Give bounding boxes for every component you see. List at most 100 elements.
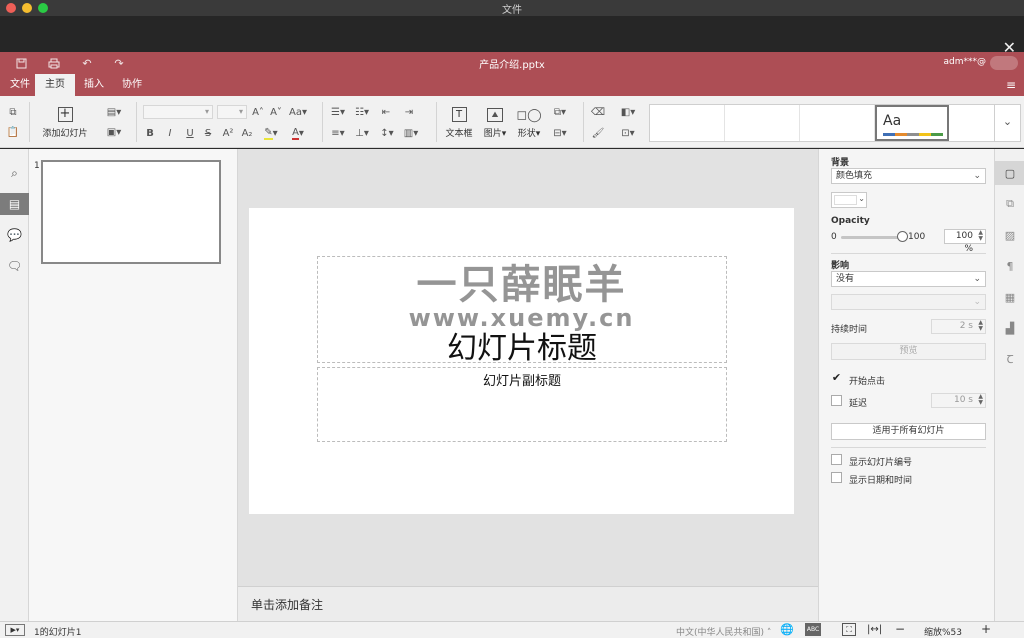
slide[interactable]: 幻灯片标题 幻灯片副标题 一只薛眠羊 www.xuemy.cn	[249, 208, 794, 514]
clear-format-icon[interactable]: ⌫	[590, 105, 606, 119]
add-slide-label: 添加幻灯片	[42, 129, 88, 139]
tab-file[interactable]: 文件	[0, 74, 40, 96]
transition-type-select[interactable]: ⌄	[831, 294, 986, 310]
comments-icon[interactable]: 💬	[0, 224, 29, 246]
superscript-icon[interactable]: A²	[221, 126, 235, 140]
theme-option[interactable]	[650, 105, 725, 141]
tab-collaborate[interactable]: 协作	[112, 74, 152, 96]
increase-indent-icon[interactable]: ⇥	[403, 105, 415, 119]
fill-type-select[interactable]: 颜色填充 ⌄	[831, 168, 986, 184]
insert-textbox-button[interactable]: T 文本框	[442, 104, 476, 142]
spellcheck-icon[interactable]: ABC	[805, 623, 821, 636]
align-objects-icon[interactable]: ⊟▾	[550, 126, 570, 140]
tab-home[interactable]: 主页	[35, 74, 75, 96]
shape-label: 形状	[517, 128, 536, 139]
italic-icon[interactable]: I	[164, 126, 176, 140]
image-settings-icon[interactable]: ▨	[995, 223, 1024, 247]
theme-option[interactable]	[725, 105, 800, 141]
arrange-icon[interactable]: ⧉▾	[550, 105, 570, 119]
theme-option[interactable]	[800, 105, 875, 141]
chevron-down-icon: ⌄	[973, 274, 981, 284]
textbox-label: 文本框	[445, 129, 473, 139]
line-spacing-icon[interactable]: ↕▾	[378, 126, 396, 140]
format-painter-icon[interactable]: 🖌	[590, 126, 606, 140]
highlight-icon[interactable]: ✎ ▾	[260, 126, 282, 140]
underline-icon[interactable]: U	[184, 126, 196, 140]
vertical-align-icon[interactable]: ⊥▾	[353, 126, 371, 140]
bullet-list-icon[interactable]: ☰▾	[329, 105, 347, 119]
add-slide-icon: +	[57, 107, 73, 122]
user-account[interactable]: adm***@	[944, 57, 987, 67]
show-datetime-checkbox[interactable]	[831, 472, 842, 483]
delay-checkbox[interactable]	[831, 395, 842, 406]
start-on-click-checkbox[interactable]: ✔	[831, 372, 842, 384]
slide-options-icon[interactable]: ⊡▾	[616, 126, 640, 140]
opacity-slider[interactable]	[841, 236, 903, 239]
search-icon[interactable]: ⌕	[0, 162, 29, 184]
zoom-out-button[interactable]: −	[895, 622, 905, 636]
language-selector[interactable]: 中文(中华人民共和国) ˄	[676, 625, 771, 638]
duration-label: 持续时间	[831, 325, 868, 335]
chart-settings-icon[interactable]: ▟	[995, 316, 1024, 340]
fill-color-picker[interactable]: ⌄	[831, 192, 867, 208]
columns-icon[interactable]: ▥▾	[402, 126, 420, 140]
slide-size-icon[interactable]: ▣▾	[102, 125, 126, 139]
show-slide-number-checkbox[interactable]	[831, 454, 842, 465]
zoom-in-button[interactable]: +	[981, 622, 991, 636]
theme-gallery[interactable]: Aa ⌄	[649, 104, 1021, 142]
fit-width-icon[interactable]: |↔|	[867, 624, 882, 635]
slide-layout-icon[interactable]: ▤▾	[102, 105, 126, 119]
delay-label: 延迟	[849, 399, 868, 409]
theme-gallery-expand-icon[interactable]: ⌄	[994, 105, 1020, 141]
slide-settings-icon[interactable]: ▢	[995, 161, 1024, 185]
text-art-settings-icon[interactable]: Ꞇ	[995, 347, 1024, 371]
numbered-list-icon[interactable]: ☷▾	[353, 105, 371, 119]
theme-option-selected[interactable]: Aa	[875, 105, 949, 141]
hamburger-menu-icon[interactable]: ≡	[1006, 79, 1016, 91]
align-icon[interactable]: ≡▾	[329, 126, 347, 140]
duration-spinner[interactable]: 2 s ▲ ▼	[931, 319, 986, 334]
theme-option[interactable]	[949, 105, 995, 141]
show-slide-number-label: 显示幻灯片编号	[849, 458, 913, 468]
font-size-dropdown[interactable]: ▾	[217, 105, 247, 119]
chat-icon[interactable]: 🗨	[0, 255, 29, 277]
preview-button[interactable]: 预览	[831, 343, 986, 360]
slideshow-button[interactable]: ▶▾	[5, 624, 25, 636]
bold-icon[interactable]: B	[144, 126, 156, 140]
globe-icon[interactable]: 🌐	[780, 623, 794, 636]
font-color-icon[interactable]: A ▾	[287, 126, 309, 140]
add-slide-button[interactable]: + 添加幻灯片	[36, 104, 94, 142]
delay-spinner[interactable]: 10 s ▲ ▼	[931, 393, 986, 408]
slide-thumbnail[interactable]	[41, 160, 221, 264]
paragraph-settings-icon[interactable]: ¶	[995, 254, 1024, 278]
start-on-click-label: 开始点击	[849, 377, 886, 387]
subtitle-placeholder[interactable]: 幻灯片副标题	[317, 367, 727, 442]
notes-area[interactable]: 单击添加备注	[238, 586, 818, 621]
decrease-indent-icon[interactable]: ⇤	[380, 105, 392, 119]
insert-shape-button[interactable]: ◻◯ 形状▾	[512, 104, 546, 142]
apply-to-all-slides-button[interactable]: 适用于所有幻灯片	[831, 423, 986, 440]
paste-icon[interactable]: 📋	[5, 125, 21, 139]
copy-icon[interactable]: ⧉	[5, 105, 21, 119]
shape-settings-icon[interactable]: ⧉	[995, 192, 1024, 216]
font-family-dropdown[interactable]: ▾	[143, 105, 213, 119]
table-settings-icon[interactable]: ▦	[995, 285, 1024, 309]
window-header-band: ✕	[0, 16, 1024, 56]
tab-insert[interactable]: 插入	[74, 74, 114, 96]
slide-thumbnails-pane: 1	[29, 149, 238, 621]
insert-picture-button[interactable]: ⛰ 图片▾	[478, 104, 512, 142]
change-case-icon[interactable]: Aa▾	[288, 105, 308, 119]
slide-subtitle: 幻灯片副标题	[482, 374, 561, 389]
avatar[interactable]	[990, 56, 1018, 70]
transition-effect-select[interactable]: 没有 ⌄	[831, 271, 986, 287]
slides-panel-icon[interactable]: ▤	[0, 193, 29, 215]
increase-font-icon[interactable]: A˄	[252, 105, 264, 119]
subscript-icon[interactable]: A₂	[240, 126, 254, 140]
strikethrough-icon[interactable]: S	[202, 126, 214, 140]
opacity-slider-thumb[interactable]	[897, 231, 908, 242]
color-scheme-icon[interactable]: ◧▾	[616, 105, 640, 119]
fit-slide-icon[interactable]: ⛶	[842, 623, 856, 636]
right-sidebar: ▢ ⧉ ▨ ¶ ▦ ▟ Ꞇ	[994, 149, 1024, 621]
decrease-font-icon[interactable]: A˅	[270, 105, 282, 119]
opacity-spinner[interactable]: 100 % ▲ ▼	[944, 229, 986, 254]
